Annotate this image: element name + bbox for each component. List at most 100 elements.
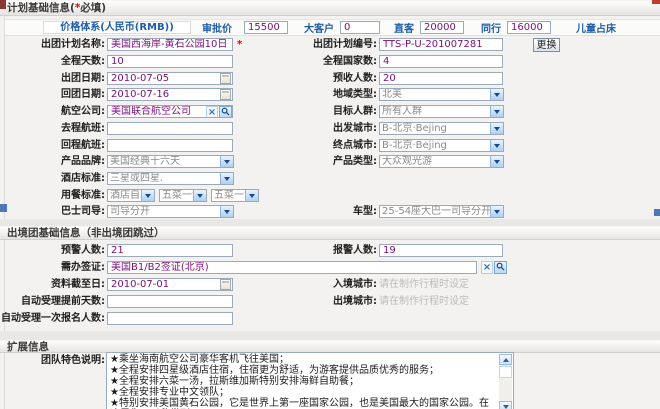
clear-icon[interactable]: × [206,106,218,118]
material-deadline-label: 资料截至日: [51,278,105,292]
meal-standard-label: 用餐标准: [61,189,105,203]
airline-input[interactable]: 美国联合航空公司× [107,105,233,118]
textarea-scrollbar[interactable] [499,354,512,409]
scroll-down-icon[interactable] [499,401,512,409]
end-city-label: 终点城市: [333,139,377,153]
scrollbar-thumb[interactable] [499,366,512,378]
section-title: 计划基础信息( [7,2,75,14]
chevron-down-icon[interactable] [490,106,503,117]
section-gap [0,219,660,226]
chevron-down-icon[interactable] [490,123,503,134]
select-value: 五菜一汤 [212,190,245,201]
departure-city-select[interactable]: B-北京·Bejing [379,122,504,135]
direct-price-label: 直客 [394,20,414,35]
team-feature-textarea[interactable]: ★乘坐海南航空公司豪华客机飞往美国； ★全程安排四星级酒店住宿，住宿更为舒适，为… [106,352,514,409]
auto-accept-days-label: 自动受理提前天数: [21,295,105,309]
warning-pax-input[interactable]: 21 [107,244,233,257]
bus-guide-select[interactable]: 司导分开 [107,205,234,218]
total-days-input[interactable]: 10 [107,55,233,68]
visa-label: 需办签证: [61,261,105,275]
product-type-label: 产品类型: [333,155,377,169]
form-row: 去程航班: 出发城市: B-北京·Bejing [0,122,660,137]
visa-input[interactable]: 美国B1/B2签证(北京) [107,261,477,274]
child-bed-price-label: 儿童占床 [576,20,616,35]
calendar-icon[interactable] [220,279,231,290]
date-value: 2010-07-01 [111,279,169,290]
chevron-down-icon[interactable] [490,89,503,100]
right-edge-handle [654,209,660,216]
vehicle-type-select[interactable]: 25-54座大巴一司导分开 [379,205,504,218]
section-title: 出境团基础信息（非出境团跳过） [7,227,165,239]
meal-select-1[interactable]: 酒店自助 [107,189,155,202]
chevron-down-icon[interactable] [220,173,233,184]
plan-code-input[interactable]: TTS-P-U-201007281 [379,38,503,51]
select-value: 司导分开 [108,206,220,217]
chevron-down-icon[interactable] [220,156,233,167]
expected-pax-label: 预收人数: [333,72,377,86]
expected-pax-input[interactable]: 20 [379,72,503,85]
airline-label: 航空公司: [61,105,105,119]
auto-accept-count-label: 自动受理一次报名人数: [1,312,105,326]
alarm-pax-label: 报警人数: [333,244,377,258]
chevron-down-icon[interactable] [490,206,503,217]
product-brand-select[interactable]: 美国经典十六天 [107,155,234,168]
scroll-up-icon[interactable] [499,354,512,365]
plan-name-input[interactable]: 美国西海岸-黄石公园10日 [107,38,233,51]
entry-city-label: 入境城市: [333,278,377,292]
select-value: 北美 [380,89,490,100]
entry-city-placeholder: 请在制作行程时设定 [379,278,469,292]
chevron-down-icon[interactable] [245,190,258,201]
meal-select-3[interactable]: 五菜一汤 [211,189,259,202]
meal-select-2[interactable]: 五菜一汤 [159,189,207,202]
required-asterisk: * [237,38,242,52]
form-row: 自动受理一次报名人数: [0,312,660,327]
form-row: 出团日期: 2010-07-05 预收人数: 20 [0,72,660,87]
form-row: 自动受理提前天数: 出境城市: 请在制作行程时设定 [0,295,660,310]
price-system-label: 价格体系(人民币(RMB)) [43,21,191,34]
region-type-select[interactable]: 北美 [379,88,504,101]
chevron-down-icon[interactable] [490,140,503,151]
auto-accept-days-input[interactable] [107,295,233,308]
vip-price-input[interactable]: 0 [340,21,380,34]
chevron-down-icon[interactable] [220,206,233,217]
region-type-label: 地域类型: [333,88,377,102]
return-flight-input[interactable] [107,139,233,152]
peer-price-input[interactable]: 16000 [507,21,551,34]
departure-date-input[interactable]: 2010-07-05 [107,72,233,85]
chevron-down-icon[interactable] [141,190,154,201]
auto-accept-count-input[interactable] [107,312,233,325]
form-row: 产品品牌: 美国经典十六天 产品类型: 大众观光游 [0,155,660,170]
bus-guide-label: 巴士司导: [61,205,105,219]
hotel-standard-select[interactable]: 三星或四星. [107,172,234,185]
plan-code-label: 出团计划编号: [313,38,377,52]
calendar-icon[interactable] [220,73,231,84]
chevron-down-icon[interactable] [193,190,206,201]
product-brand-label: 产品品牌: [61,155,105,169]
product-type-select[interactable]: 大众观光游 [379,155,504,168]
approval-price-input[interactable]: 15500 [244,21,288,34]
peer-price-label: 同行 [481,20,501,35]
search-icon[interactable] [494,261,507,274]
target-group-select[interactable]: 所有人群 [379,105,504,118]
end-city-select[interactable]: B-北京·Bejing [379,139,504,152]
section-header-plan-basic: 计划基础信息(*必填) [0,0,660,16]
calendar-icon[interactable] [220,89,231,100]
change-code-button[interactable]: 更换 [533,38,560,52]
clear-icon[interactable]: × [481,261,493,274]
material-deadline-input[interactable]: 2010-07-01 [107,278,233,291]
outbound-flight-input[interactable] [107,122,233,135]
warning-pax-label: 预警人数: [61,244,105,258]
return-date-input[interactable]: 2010-07-16 [107,88,233,101]
form-row: 全程天数: 10 全程国家数: 4 [0,55,660,70]
search-icon[interactable] [219,106,232,118]
plan-name-label: 出团计划名称: [41,38,105,52]
form-row: 巴士司导: 司导分开 车型: 25-54座大巴一司导分开 [0,205,660,220]
country-count-input[interactable]: 4 [379,55,503,68]
exit-city-placeholder: 请在制作行程时设定 [379,295,469,309]
alarm-pax-input[interactable]: 19 [379,244,503,257]
approval-price-label: 审批价 [202,20,232,35]
chevron-down-icon[interactable] [490,156,503,167]
date-value: 2010-07-05 [111,73,169,84]
direct-price-input[interactable]: 20000 [420,21,464,34]
date-value: 2010-07-16 [111,89,169,100]
